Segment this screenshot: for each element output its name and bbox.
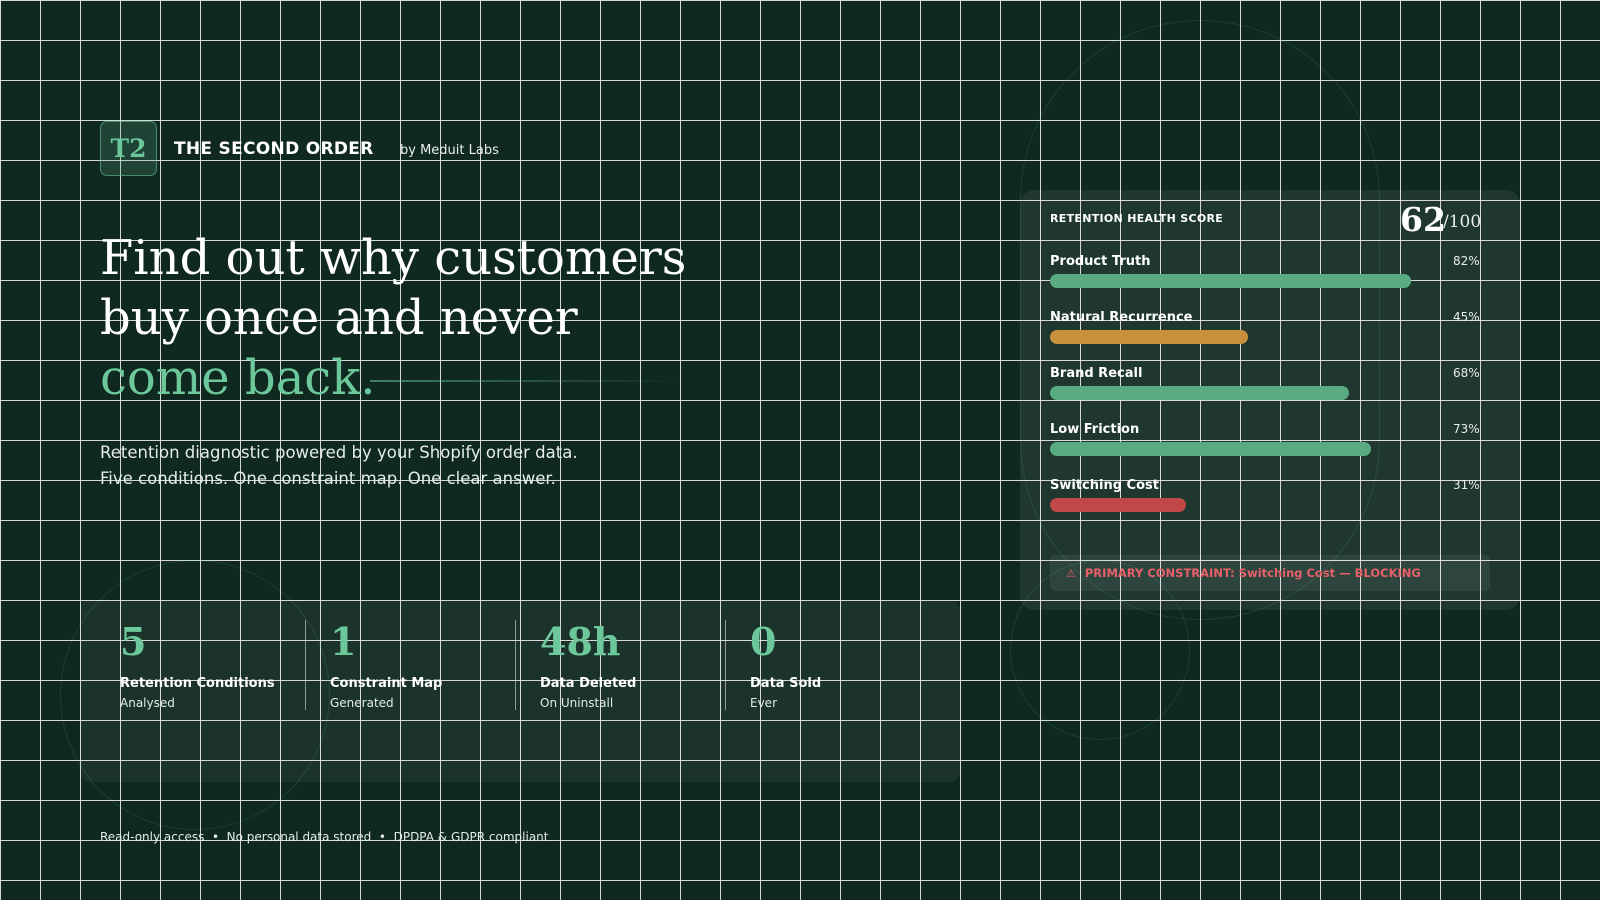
stat-retention-conditions: 5 Retention Conditions Analysed bbox=[120, 619, 330, 711]
stat-label: Data Deleted bbox=[540, 676, 637, 691]
stat-value: 1 bbox=[330, 619, 357, 664]
logo-text: T2 bbox=[110, 134, 147, 163]
stat-sublabel: On Uninstall bbox=[540, 696, 614, 710]
metric-bar-fill bbox=[1050, 274, 1411, 288]
stat-data-deleted: 48h Data Deleted On Uninstall bbox=[540, 619, 750, 711]
metric-bar-track bbox=[1050, 498, 1410, 512]
headline-underline bbox=[370, 380, 680, 382]
metric-bar-track bbox=[1050, 274, 1411, 288]
retention-score-card: RETENTION HEALTH SCORE 62 /100 Product T… bbox=[1020, 190, 1520, 610]
metric-low-friction: Low Friction 73% bbox=[1050, 422, 1490, 472]
stats-panel: 5 Retention Conditions Analysed 1 Constr… bbox=[80, 600, 960, 782]
metric-natural-recurrence: Natural Recurrence 45% bbox=[1050, 310, 1490, 360]
metric-bar-fill bbox=[1050, 442, 1372, 456]
metric-bar-track bbox=[1050, 442, 1410, 456]
headline-line-2: buy once and never bbox=[100, 290, 578, 346]
stat-constraint-map: 1 Constraint Map Generated bbox=[330, 619, 540, 711]
metric-bar-fill bbox=[1050, 498, 1187, 512]
stat-value: 48h bbox=[540, 619, 621, 664]
metric-percent: 68% bbox=[1453, 366, 1480, 380]
metric-name: Natural Recurrence bbox=[1050, 310, 1193, 325]
stat-divider bbox=[305, 620, 306, 710]
brand-title: THE SECOND ORDER bbox=[174, 139, 374, 159]
primary-constraint-alert: ⚠ PRIMARY CONSTRAINT: Switching Cost — B… bbox=[1050, 555, 1490, 591]
metric-bar-fill bbox=[1050, 330, 1248, 344]
stat-sublabel: Ever bbox=[750, 696, 777, 710]
score-value: 62 bbox=[1400, 200, 1446, 239]
stat-data-sold: 0 Data Sold Ever bbox=[750, 619, 960, 711]
metric-name: Product Truth bbox=[1050, 254, 1151, 269]
brand-subtitle: by Meduit Labs bbox=[400, 143, 499, 158]
stat-label: Constraint Map bbox=[330, 676, 443, 691]
stat-sublabel: Generated bbox=[330, 696, 394, 710]
metric-name: Switching Cost bbox=[1050, 478, 1159, 493]
metric-percent: 73% bbox=[1453, 422, 1480, 436]
stat-value: 5 bbox=[120, 619, 147, 664]
metric-bar-track bbox=[1050, 386, 1410, 400]
subtext-line-1: Retention diagnostic powered by your Sho… bbox=[100, 443, 578, 462]
stat-label: Retention Conditions bbox=[120, 676, 275, 691]
headline-line-1: Find out why customers bbox=[100, 230, 687, 286]
metric-percent: 45% bbox=[1453, 310, 1480, 324]
stat-divider bbox=[725, 620, 726, 710]
compliance-note: Read-only access • No personal data stor… bbox=[100, 830, 549, 844]
metric-percent: 82% bbox=[1453, 254, 1480, 268]
stat-label: Data Sold bbox=[750, 676, 822, 691]
score-card-title: RETENTION HEALTH SCORE bbox=[1050, 212, 1224, 225]
metric-name: Brand Recall bbox=[1050, 366, 1143, 381]
brand-logo: T2 bbox=[100, 121, 157, 176]
metric-percent: 31% bbox=[1453, 478, 1480, 492]
metric-name: Low Friction bbox=[1050, 422, 1140, 437]
metric-switching-cost: Switching Cost 31% bbox=[1050, 478, 1490, 528]
subtext-line-2: Five conditions. One constraint map. One… bbox=[100, 469, 556, 488]
warning-icon: ⚠ bbox=[1066, 566, 1076, 580]
stat-sublabel: Analysed bbox=[120, 696, 175, 710]
score-max: /100 bbox=[1443, 212, 1482, 232]
stat-divider bbox=[515, 620, 516, 710]
alert-text: PRIMARY CONSTRAINT: Switching Cost — BLO… bbox=[1084, 566, 1421, 580]
metric-brand-recall: Brand Recall 68% bbox=[1050, 366, 1490, 416]
hero-subtext: Retention diagnostic powered by your Sho… bbox=[100, 440, 800, 492]
metric-product-truth: Product Truth 82% bbox=[1050, 254, 1490, 304]
stat-value: 0 bbox=[750, 619, 777, 664]
metric-bar-fill bbox=[1050, 386, 1350, 400]
metric-bar-track bbox=[1050, 330, 1410, 344]
headline-accent-line: come back. bbox=[100, 350, 376, 406]
